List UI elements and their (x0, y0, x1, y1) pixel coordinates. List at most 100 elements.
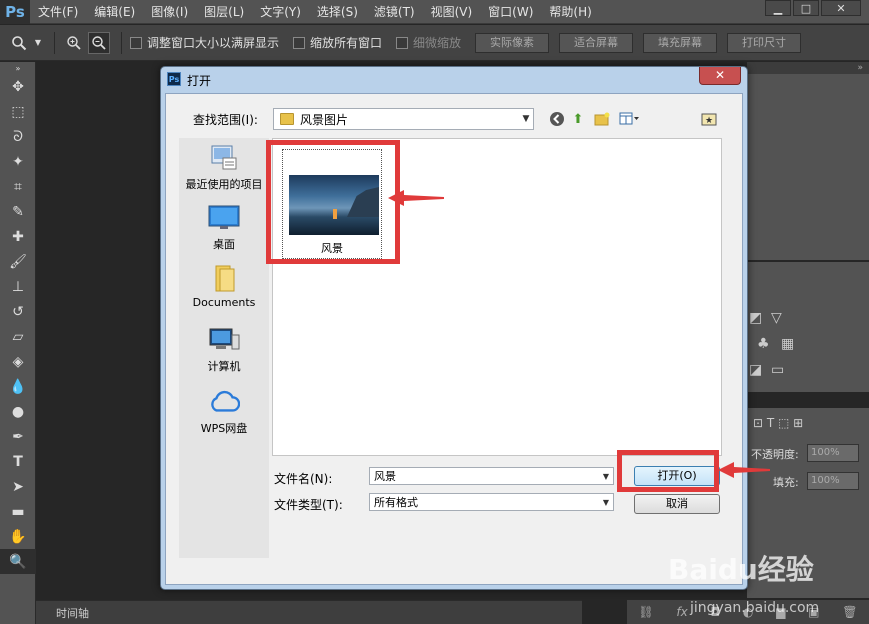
paint-bucket-tool-icon[interactable]: ◈ (0, 349, 36, 374)
marquee-tool-icon[interactable]: ⬚ (0, 99, 36, 124)
back-icon[interactable] (548, 110, 566, 128)
view-menu-icon[interactable] (617, 110, 643, 128)
magic-wand-tool-icon[interactable]: ✦ (0, 149, 36, 174)
place-desktop[interactable]: 桌面 (179, 204, 269, 252)
invert-icon[interactable]: ◪ (749, 362, 762, 378)
right-panel-mid: ◩ ▽ ♣ ▦ ◪ ▭ (747, 262, 869, 392)
place-computer[interactable]: 计算机 (179, 326, 269, 374)
menu-filter[interactable]: 滤镜(T) (366, 0, 423, 24)
color-lookup-icon[interactable]: ▦ (781, 336, 794, 352)
checkbox-box[interactable] (130, 36, 142, 49)
up-folder-icon[interactable]: ⬆ (569, 110, 587, 128)
fit-screen-button[interactable]: 适合屏幕 (559, 32, 634, 53)
opacity-input[interactable]: 100% (807, 444, 859, 462)
lasso-tool-icon[interactable]: ᘐ (0, 124, 36, 149)
pen-tool-icon[interactable]: ✒ (0, 424, 36, 449)
healing-brush-tool-icon[interactable]: ✚ (0, 224, 36, 249)
link-icon[interactable]: ⛓ (638, 605, 653, 619)
path-selection-tool-icon[interactable]: ➤ (0, 474, 36, 499)
baidu-watermark-url: jingyan.baidu.com (690, 600, 820, 616)
move-tool-icon[interactable]: ✥ (0, 74, 36, 99)
zoom-all-windows-checkbox[interactable]: 缩放所有窗口 (293, 34, 382, 51)
dialog-close-button[interactable]: ✕ (699, 67, 741, 85)
look-in-label: 查找范围(I): (193, 113, 258, 127)
fill-screen-button[interactable]: 填充屏幕 (643, 32, 718, 53)
menu-edit[interactable]: 编辑(E) (86, 0, 143, 24)
look-in-value: 风景图片 (300, 112, 349, 127)
resize-windows-checkbox[interactable]: 调整窗口大小以满屏显示 (130, 34, 279, 51)
zoom-tool-icon[interactable]: 🔍 (0, 549, 36, 574)
brush-tool-icon[interactable]: 🖌 (0, 249, 36, 274)
eyedropper-tool-icon[interactable]: ✎ (0, 199, 36, 224)
computer-icon (208, 326, 240, 354)
open-pointer-arrow (718, 462, 770, 478)
menu-view[interactable]: 视图(V) (423, 0, 481, 24)
timeline-tab[interactable]: 时间轴 (56, 605, 89, 621)
menu-file[interactable]: 文件(F) (30, 0, 86, 24)
menu-layer[interactable]: 图层(L) (196, 0, 252, 24)
maximize-button[interactable]: □ (793, 0, 819, 16)
checkbox-box[interactable] (396, 36, 409, 49)
dodge-tool-icon[interactable]: ● (0, 399, 36, 424)
cancel-button[interactable]: 取消 (634, 494, 720, 514)
filename-label: 文件名(N): (274, 472, 333, 486)
crop-tool-icon[interactable]: ⌗ (0, 174, 36, 199)
look-in-select[interactable]: 风景图片 ▼ (273, 108, 534, 130)
channel-mixer-icon[interactable]: ♣ (757, 336, 770, 352)
dialog-title: 打开 (187, 74, 212, 88)
zoom-tool-icon[interactable] (8, 32, 30, 54)
menu-help[interactable]: 帮助(H) (541, 0, 599, 24)
history-brush-tool-icon[interactable]: ↺ (0, 299, 36, 324)
fill-input[interactable]: 100% (807, 472, 859, 490)
checkbox-box[interactable] (293, 36, 306, 49)
trash-icon[interactable]: 🗑 (842, 605, 857, 619)
file-pointer-arrow (388, 190, 444, 206)
place-documents[interactable]: Documents (179, 264, 269, 309)
actual-pixels-button[interactable]: 实际像素 (475, 32, 550, 53)
zoom-in-icon[interactable] (63, 32, 85, 54)
shape-tool-icon[interactable]: ▬ (0, 499, 36, 524)
chevron-down-icon[interactable]: ▼ (599, 498, 613, 507)
type-tool-icon[interactable]: T (0, 449, 36, 474)
dialog-titlebar[interactable]: Ps 打开 ✕ (161, 67, 747, 91)
fx-icon[interactable]: fx (676, 605, 687, 619)
right-panel-top (747, 74, 869, 260)
chevron-down-icon[interactable]: ▼ (33, 32, 43, 54)
filename-input[interactable]: 风景 ▼ (369, 467, 614, 485)
panel-collapse-bar[interactable]: » (747, 62, 869, 74)
menu-select[interactable]: 选择(S) (309, 0, 366, 24)
place-label: 桌面 (213, 238, 235, 251)
menu-window[interactable]: 窗口(W) (480, 0, 541, 24)
filetype-select[interactable]: 所有格式 ▼ (369, 493, 614, 511)
gradient-map-icon[interactable]: ◩ (749, 310, 762, 326)
stamp-tool-icon[interactable]: ⊥ (0, 274, 36, 299)
scrubby-zoom-checkbox[interactable]: 细微缩放 (396, 34, 461, 51)
chevron-down-icon[interactable]: ▼ (599, 472, 613, 481)
chevron-down-icon[interactable]: ▼ (519, 114, 533, 124)
eraser-tool-icon[interactable]: ▱ (0, 324, 36, 349)
place-wps-cloud[interactable]: WPS网盘 (179, 388, 269, 436)
divider (121, 31, 122, 54)
filetype-label: 文件类型(T): (274, 498, 343, 512)
layer-filter-icons[interactable]: ⊡ T ⬚ ⊞ (753, 416, 803, 430)
place-label: Documents (192, 296, 256, 309)
blur-tool-icon[interactable]: 💧 (0, 374, 36, 399)
print-size-button[interactable]: 打印尺寸 (727, 32, 802, 53)
favorite-folder-icon[interactable]: ★ (700, 110, 718, 128)
zoom-out-icon[interactable] (88, 31, 110, 54)
divider (54, 31, 55, 54)
menu-type[interactable]: 文字(Y) (252, 0, 309, 24)
cloud-icon (208, 388, 240, 416)
new-folder-icon[interactable] (593, 110, 611, 128)
place-recent[interactable]: 最近使用的项目 (179, 144, 269, 192)
hand-tool-icon[interactable]: ✋ (0, 524, 36, 549)
menu-image[interactable]: 图像(I) (143, 0, 196, 24)
tools-panel: » ✥ ⬚ ᘐ ✦ ⌗ ✎ ✚ 🖌 ⊥ ↺ ▱ ◈ 💧 ● ✒ T ➤ ▬ ✋ … (0, 62, 36, 624)
place-label: 最近使用的项目 (185, 178, 263, 191)
app-close-button[interactable]: ✕ (821, 0, 861, 16)
threshold-icon[interactable]: ▭ (771, 362, 784, 378)
triangle-icon[interactable]: ▽ (771, 310, 782, 326)
collapse-icon[interactable]: » (0, 62, 36, 74)
open-dialog: Ps 打开 ✕ 查找范围(I): 风景图片 ▼ ⬆ ★ 最近使用的项目 桌面 D… (160, 66, 748, 590)
minimize-button[interactable]: ▁ (765, 0, 791, 16)
